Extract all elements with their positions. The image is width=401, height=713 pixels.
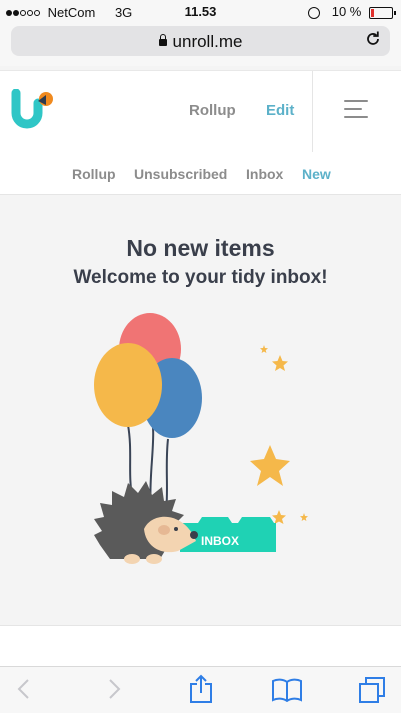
hedgehog-nose: [190, 531, 198, 539]
lock-icon: [158, 34, 167, 47]
main-content: No new items Welcome to your tidy inbox!…: [0, 195, 401, 625]
browser-url-bar: unroll.me: [0, 22, 401, 66]
reload-icon[interactable]: [364, 30, 382, 53]
share-icon[interactable]: [189, 674, 213, 709]
hedgehog-foot: [124, 554, 140, 564]
address-display[interactable]: unroll.me: [11, 32, 390, 52]
inbox-banner-label: INBOX: [201, 534, 239, 548]
address-field[interactable]: unroll.me: [11, 26, 390, 56]
hedgehog-foot: [146, 554, 162, 564]
yellow-balloon: [94, 343, 162, 427]
empty-state-title: No new items: [126, 235, 275, 261]
sub-navigation: Rollup Unsubscribed Inbox New: [0, 152, 401, 195]
star-icon: [272, 355, 288, 371]
back-icon[interactable]: [16, 677, 32, 706]
status-bar: NetCom 3G 11.53 10 %: [0, 0, 401, 22]
url-text: unroll.me: [172, 32, 243, 51]
nav-edit-link[interactable]: Edit: [266, 102, 294, 119]
tab-new[interactable]: New: [302, 166, 331, 182]
empty-state-subtitle: Welcome to your tidy inbox!: [73, 267, 328, 288]
bookmarks-icon[interactable]: [272, 678, 302, 707]
star-icon: [272, 510, 286, 524]
star-icon: [300, 513, 308, 521]
status-right: 10 %: [308, 4, 396, 19]
nav-rollup-link[interactable]: Rollup: [189, 102, 236, 119]
hamburger-menu-icon[interactable]: [344, 100, 368, 118]
tab-unsubscribed[interactable]: Unsubscribed: [134, 166, 227, 182]
battery-icon: [369, 6, 396, 19]
browser-toolbar: [0, 666, 401, 713]
star-icon: [260, 345, 268, 353]
content-footer: [0, 625, 401, 667]
hedgehog-ear: [158, 525, 170, 535]
star-icon: [250, 445, 290, 486]
orientation-lock-icon: [308, 6, 321, 19]
forward-icon[interactable]: [106, 677, 122, 706]
tabs-icon[interactable]: [358, 676, 386, 709]
hedgehog-eye: [174, 527, 178, 531]
unroll-me-logo[interactable]: [10, 88, 58, 138]
app-header: Rollup Edit: [0, 70, 401, 153]
header-divider: [312, 71, 313, 152]
empty-inbox-illustration: INBOX: [94, 313, 308, 564]
battery-percent: 10 %: [331, 4, 362, 19]
tab-inbox[interactable]: Inbox: [246, 166, 283, 182]
tab-rollup[interactable]: Rollup: [72, 166, 116, 182]
